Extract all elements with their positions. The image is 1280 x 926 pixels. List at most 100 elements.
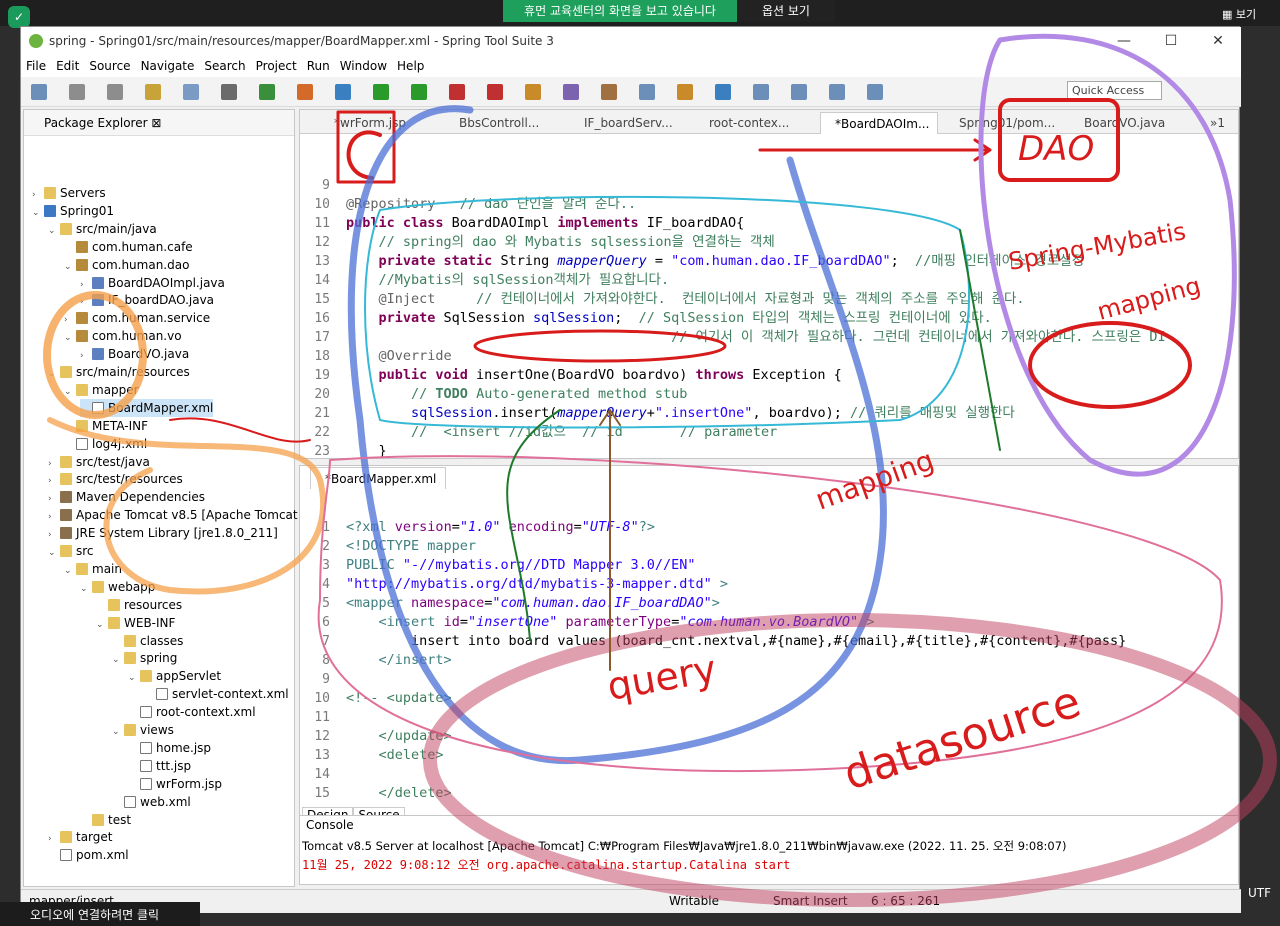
tree-toggle-icon[interactable]: ⌄ [96, 616, 108, 634]
tree-item[interactable]: › JRE System Library [jre1.8.0_211] [48, 524, 278, 542]
code-line[interactable]: <!-- <update> [346, 689, 452, 708]
tree-toggle-icon[interactable]: ⌄ [80, 580, 92, 598]
toolbar-button-icon[interactable] [601, 84, 617, 100]
toolbar-button-icon[interactable] [867, 84, 883, 100]
code-line[interactable]: // 여기서 이 객체가 필요하다. 그런데 컨테이너에서 가져와야한다. 스프… [346, 328, 1166, 347]
tree-item[interactable]: › Apache Tomcat v8.5 [Apache Tomcat v8.5] [48, 506, 332, 524]
toolbar-button-icon[interactable] [221, 84, 237, 100]
tree-item[interactable]: › com.human.service [64, 309, 210, 327]
code-line[interactable]: sqlSession.insert(mapperQuery+".insertOn… [346, 404, 1015, 423]
tree-item[interactable]: wrForm.jsp [128, 775, 222, 793]
toolbar-button-icon[interactable] [449, 84, 465, 100]
menu-file[interactable]: File [21, 55, 51, 77]
code-line[interactable]: <?xml version="1.0" encoding="UTF-8"?> [346, 518, 655, 537]
tree-toggle-icon[interactable]: ⌄ [112, 723, 124, 741]
tree-item[interactable]: › Maven Dependencies [48, 488, 205, 506]
code-line[interactable]: @Override [346, 347, 452, 366]
code-line[interactable]: "http://mybatis.org/dtd/mybatis-3-mapper… [346, 575, 728, 594]
tree-item[interactable]: BoardMapper.xml [80, 398, 214, 417]
tree-item[interactable]: › src/test/java [48, 453, 150, 471]
code-line[interactable]: @Inject // 컨테이너에서 가져와야한다. 컨테이너에서 자료형과 맞는… [346, 290, 1025, 309]
console-title[interactable]: Console [306, 818, 354, 832]
editor-tab[interactable]: IF_boardServ... [570, 112, 688, 134]
toolbar-button-icon[interactable] [183, 84, 199, 100]
code-line[interactable]: // TODO Auto-generated method stub [346, 385, 687, 404]
code-line[interactable]: insert into board values (board_cnt.next… [346, 632, 1126, 651]
shield-icon[interactable]: ✓ [8, 6, 30, 28]
toolbar-button-icon[interactable] [411, 84, 427, 100]
tree-item[interactable]: ⌄ com.human.dao [64, 256, 189, 274]
tree-item[interactable]: ⌄ views [112, 721, 174, 739]
quick-access-input[interactable]: Quick Access [1067, 81, 1162, 100]
close-icon[interactable]: ⊠ [151, 116, 161, 130]
code-line[interactable]: <!DOCTYPE mapper [346, 537, 476, 556]
editor-tab[interactable]: root-contex... [695, 112, 813, 134]
code-line[interactable]: </insert> [346, 651, 452, 670]
tree-item[interactable]: ⌄ com.human.vo [64, 327, 182, 345]
tree-toggle-icon[interactable]: ⌄ [64, 329, 76, 347]
tab-board-mapper[interactable]: *BoardMapper.xml [310, 467, 446, 489]
maximize-button[interactable]: ☐ [1148, 27, 1194, 55]
code-line[interactable]: // <insert //id값으 // id // parameter [346, 423, 777, 442]
tree-item[interactable]: resources [96, 596, 182, 614]
tabs-overflow-button[interactable]: »1 [1196, 112, 1225, 134]
code-line[interactable]: } [346, 442, 387, 461]
toolbar-button-icon[interactable] [31, 84, 47, 100]
close-button[interactable]: ✕ [1195, 27, 1241, 55]
toolbar-button-icon[interactable] [563, 84, 579, 100]
toolbar-button-icon[interactable] [525, 84, 541, 100]
tree-toggle-icon[interactable]: ⌄ [48, 365, 60, 383]
tree-item[interactable]: ⌄ mapper [64, 381, 139, 399]
tree-toggle-icon[interactable]: ⌄ [32, 204, 44, 222]
toolbar-button-icon[interactable] [259, 84, 275, 100]
tree-toggle-icon[interactable]: ⌄ [64, 258, 76, 276]
menu-search[interactable]: Search [199, 55, 250, 77]
tree-item[interactable]: ⌄ webapp [80, 578, 155, 596]
toolbar-button-icon[interactable] [829, 84, 845, 100]
tree-item[interactable]: › Servers [32, 184, 106, 202]
toolbar-button-icon[interactable] [69, 84, 85, 100]
tree-item[interactable]: servlet-context.xml [144, 685, 289, 703]
menu-window[interactable]: Window [335, 55, 392, 77]
tree-toggle-icon[interactable]: ⌄ [48, 544, 60, 562]
tree-item[interactable]: root-context.xml [128, 703, 256, 721]
tree-item[interactable]: test [80, 811, 131, 829]
code-line[interactable]: private SqlSession sqlSession; // SqlSes… [346, 309, 992, 328]
code-line[interactable]: public void insertOne(BoardVO boardvo) t… [346, 366, 842, 385]
editor-tab[interactable]: *BoardDAOIm... [820, 112, 938, 134]
tree-item[interactable]: ⌄ src/main/resources [48, 363, 190, 381]
package-explorer-header[interactable]: Package Explorer ⊠ [24, 110, 294, 136]
view-button[interactable]: ▦ 보기 [1222, 6, 1272, 24]
tree-toggle-icon[interactable]: ⌄ [112, 651, 124, 669]
tree-item[interactable]: pom.xml [48, 846, 129, 864]
tree-item[interactable]: ⌄ main [64, 560, 122, 578]
tree-item[interactable]: › BoardVO.java [80, 345, 189, 363]
toolbar-button-icon[interactable] [791, 84, 807, 100]
code-line[interactable]: PUBLIC "-//mybatis.org//DTD Mapper 3.0//… [346, 556, 696, 575]
toolbar-button-icon[interactable] [297, 84, 313, 100]
tree-item[interactable]: log4j.xml [64, 435, 147, 453]
code-line[interactable]: private static String mapperQuery = "com… [346, 252, 1085, 271]
tree-item[interactable]: ⌄ src [48, 542, 94, 560]
menu-help[interactable]: Help [392, 55, 429, 77]
editor-tab[interactable]: *wrForm.jsp [320, 112, 438, 134]
options-button[interactable]: 옵션 보기 [737, 0, 835, 22]
tree-item[interactable]: › IF_boardDAO.java [80, 291, 214, 309]
tree-item[interactable]: ⌄ spring [112, 649, 177, 667]
toolbar-button-icon[interactable] [145, 84, 161, 100]
menu-edit[interactable]: Edit [51, 55, 84, 77]
code-line[interactable]: </delete> [346, 784, 452, 803]
toolbar-button-icon[interactable] [487, 84, 503, 100]
toolbar-button-icon[interactable] [107, 84, 123, 100]
toolbar-button-icon[interactable] [677, 84, 693, 100]
tree-toggle-icon[interactable]: ⌄ [48, 222, 60, 240]
toolbar-button-icon[interactable] [373, 84, 389, 100]
tree-item[interactable]: home.jsp [128, 739, 211, 757]
toolbar-button-icon[interactable] [715, 84, 731, 100]
tree-item[interactable]: classes [112, 632, 183, 650]
code-line[interactable]: public class BoardDAOImpl implements IF_… [346, 214, 744, 233]
minimize-button[interactable]: — [1101, 27, 1147, 55]
code-line[interactable]: <insert id="insertOne" parameterType="co… [346, 613, 875, 632]
code-line[interactable]: <mapper namespace="com.human.dao.IF_boar… [346, 594, 720, 613]
tree-item[interactable]: ⌄ src/main/java [48, 220, 157, 238]
